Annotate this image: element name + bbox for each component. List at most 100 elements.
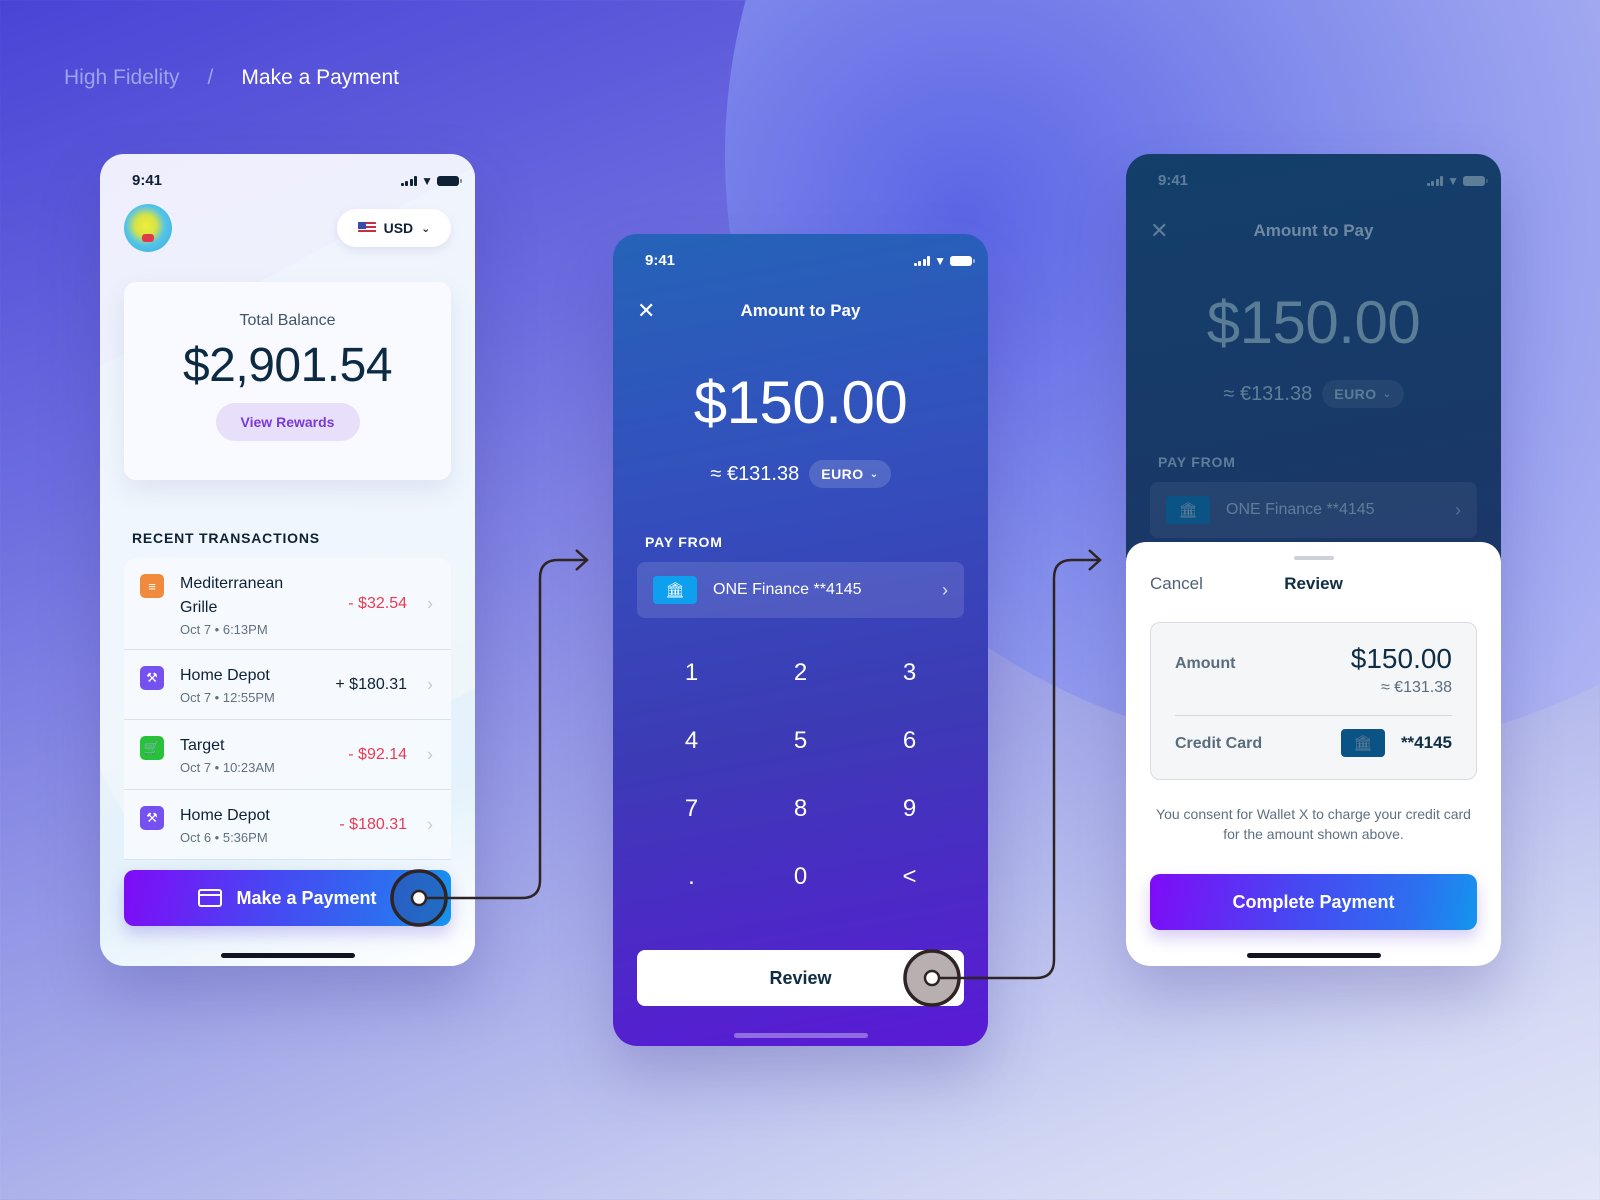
battery-icon (437, 175, 462, 186)
screen-title: Amount to Pay (1253, 221, 1374, 240)
breadcrumb-separator: / (207, 66, 214, 89)
transaction-row[interactable]: ⚒ Home Depot Oct 7 • 12:55PM + $180.31 › (124, 650, 451, 720)
view-rewards-button[interactable]: View Rewards (215, 403, 360, 441)
transaction-list: ≡ Mediterranean Grille Oct 7 • 6:13PM - $32… (124, 558, 451, 860)
card-last4: **4145 (1400, 733, 1452, 752)
currency-dropdown-label: EURO (1334, 386, 1377, 402)
screen-title: Amount to Pay (740, 301, 861, 320)
breadcrumb-parent[interactable]: High Fidelity (64, 66, 180, 90)
transaction-row[interactable]: ⚒ Home Depot Oct 6 • 5:36PM - $180.31 › (124, 790, 451, 860)
chevron-down-icon: ⌄ (1382, 388, 1392, 400)
home-indicator (733, 1033, 868, 1038)
transaction-date: Oct 7 • 6:13PM (180, 622, 268, 637)
chevron-right-icon: › (427, 744, 433, 764)
transaction-name: Mediterranean Grille (180, 575, 284, 616)
nav-bar: ✕ Amount to Pay (1126, 216, 1501, 246)
payment-summary: Amount $150.00 ≈ €131.38 Credit Card 🏛 *… (1150, 622, 1477, 780)
conversion-row: ≈ €131.38 EURO ⌄ (613, 460, 988, 488)
chevron-right-icon: › (427, 814, 433, 834)
status-time: 9:41 (645, 252, 676, 269)
keypad-key-9[interactable]: 9 (855, 788, 964, 830)
chevron-right-icon: › (1455, 499, 1461, 520)
credit-card-label: Credit Card (1175, 735, 1263, 752)
chevron-down-icon: ⌄ (869, 468, 879, 480)
cart-icon: 🛒 (140, 736, 164, 760)
converted-amount: ≈ €131.38 (1223, 382, 1313, 405)
signal-icon (400, 175, 418, 186)
transaction-amount: - $32.54 (348, 594, 407, 612)
make-payment-label: Make a Payment (236, 887, 377, 908)
breadcrumb: High Fidelity / Make a Payment (64, 66, 399, 90)
keypad: 1 2 3 4 5 6 7 8 9. 0 < (637, 652, 964, 898)
keypad-key-2[interactable]: 2 (746, 652, 855, 694)
keypad-key-5[interactable]: 5 (746, 720, 855, 762)
review-screen-phone: 9:41 ▼ ✕ Amount to Pay $150.00 ≈ €131.38… (1126, 154, 1501, 966)
breadcrumb-current: Make a Payment (241, 66, 399, 89)
close-icon: ✕ (1150, 218, 1169, 243)
chevron-right-icon: › (942, 579, 948, 600)
bank-icon: 🏛 (1340, 729, 1385, 757)
summary-converted: ≈ €131.38 (1380, 679, 1452, 696)
keypad-key-0[interactable]: 0 (746, 856, 855, 898)
currency-dropdown-label: EURO (821, 466, 864, 482)
keypad-key-8[interactable]: 8 (746, 788, 855, 830)
avatar[interactable] (124, 204, 172, 252)
summary-amount: $150.00 (1350, 643, 1452, 674)
close-icon[interactable]: ✕ (637, 298, 655, 324)
keypad-key-1[interactable]: 1 (637, 652, 746, 694)
transaction-row[interactable]: ≡ Mediterranean Grille Oct 7 • 6:13PM - $32… (124, 558, 451, 650)
pay-from-account[interactable]: 🏛 ONE Finance **4145 › (637, 562, 964, 618)
sheet-grabber[interactable] (1293, 556, 1334, 560)
review-sheet: Review Cancel Amount $150.00 ≈ €131.38 C… (1126, 542, 1501, 966)
backspace-key[interactable]: < (855, 856, 964, 898)
balance-card: Total Balance $2,901.54 View Rewards (124, 282, 451, 480)
transaction-amount: - $180.31 (339, 815, 407, 833)
transaction-row[interactable]: 🛒 Target Oct 7 • 10:23AM - $92.14 › (124, 720, 451, 790)
signal-icon (1426, 175, 1444, 186)
amount-display: $150.00 (693, 369, 908, 436)
pay-from-account: 🏛 ONE Finance **4145 › (1150, 482, 1477, 538)
account-name: ONE Finance **4145 (713, 581, 862, 598)
status-time: 9:41 (1158, 172, 1189, 189)
signal-icon (913, 255, 931, 266)
home-indicator (1246, 953, 1381, 958)
us-flag-icon (357, 222, 376, 234)
home-screen-phone: 9:41 ▼ USD ⌄ Total Balance $2,901.54 Vie… (100, 154, 475, 966)
battery-icon (950, 255, 975, 266)
review-button[interactable]: Review (637, 950, 964, 1006)
keypad-key-6[interactable]: 6 (855, 720, 964, 762)
burger-icon: ≡ (140, 574, 164, 598)
recent-transactions-title: RECENT TRANSACTIONS (132, 530, 320, 546)
consent-text: You consent for Wallet X to charge your … (1156, 806, 1471, 842)
bank-icon: 🏛 (1166, 496, 1210, 524)
battery-icon (1463, 175, 1488, 186)
wifi-icon: ▼ (934, 253, 946, 268)
wifi-icon: ▼ (1447, 173, 1459, 188)
chevron-right-icon: › (427, 674, 433, 694)
status-bar: 9:41 ▼ (645, 252, 975, 269)
decimal-key[interactable]: . (637, 856, 746, 898)
currency-code: USD (383, 220, 414, 236)
chevron-down-icon: ⌄ (421, 222, 431, 235)
currency-dropdown[interactable]: EURO ⌄ (809, 460, 891, 488)
keypad-key-7[interactable]: 7 (637, 788, 746, 830)
amount-label: Amount (1175, 655, 1236, 672)
status-bar: 9:41 ▼ (132, 172, 462, 189)
hammer-icon: ⚒ (140, 666, 164, 690)
nav-bar: ✕ Amount to Pay (613, 296, 988, 326)
conversion-row: ≈ €131.38 EURO ⌄ (1126, 380, 1501, 408)
currency-dropdown: EURO ⌄ (1322, 380, 1404, 408)
complete-payment-button[interactable]: Complete Payment (1150, 874, 1477, 930)
keypad-key-4[interactable]: 4 (637, 720, 746, 762)
converted-amount: ≈ €131.38 (710, 462, 800, 485)
arrow-head-icon (575, 549, 589, 571)
cancel-button[interactable]: Cancel (1150, 574, 1203, 594)
card-info: 🏛 **4145 (1340, 729, 1452, 757)
keypad-key-3[interactable]: 3 (855, 652, 964, 694)
currency-selector[interactable]: USD ⌄ (337, 209, 451, 247)
make-payment-button[interactable]: Make a Payment (124, 870, 451, 926)
chevron-right-icon: › (427, 593, 433, 613)
balance-label: Total Balance (239, 312, 336, 329)
wifi-icon: ▼ (421, 173, 433, 188)
status-time: 9:41 (132, 172, 163, 189)
